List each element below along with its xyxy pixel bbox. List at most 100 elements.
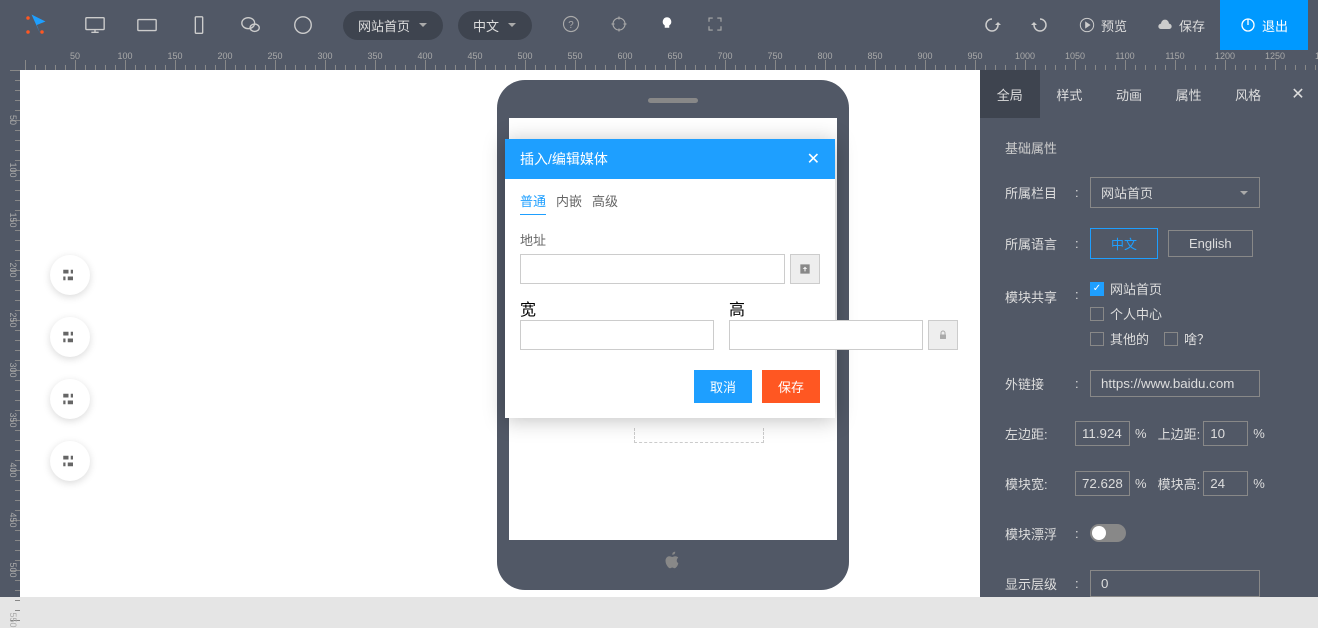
insert-media-modal: 插入/编辑媒体 ✕ 普通 内嵌 高级 地址 宽 高	[505, 139, 835, 418]
tab-animation[interactable]: 动画	[1099, 70, 1159, 118]
width-input[interactable]	[520, 320, 714, 350]
language-selector-label: 中文	[473, 16, 499, 35]
top-toolbar: 网站首页 中文 ? 预览 保存 退出	[0, 0, 1318, 50]
apple-icon	[664, 551, 682, 575]
floating-toolbox	[50, 255, 90, 481]
module-width-input[interactable]	[1075, 471, 1130, 496]
upload-icon	[798, 262, 812, 276]
address-browse-button[interactable]	[790, 254, 820, 284]
exit-button[interactable]: 退出	[1220, 0, 1308, 50]
address-input[interactable]	[520, 254, 785, 284]
save-button[interactable]: 保存	[1142, 0, 1220, 50]
float-label: 模块漂浮	[1005, 524, 1075, 543]
top-margin-input[interactable]	[1203, 421, 1248, 446]
exit-label: 退出	[1262, 16, 1288, 35]
modal-tabs: 普通 内嵌 高级	[520, 191, 820, 215]
device-desktop[interactable]	[70, 0, 120, 50]
tab-embed[interactable]: 内嵌	[556, 191, 582, 215]
modal-header: 插入/编辑媒体 ✕	[505, 139, 835, 179]
left-margin-input[interactable]	[1075, 421, 1130, 446]
fullscreen-icon[interactable]	[706, 15, 724, 36]
cloud-icon	[1157, 17, 1173, 33]
section-title: 基础属性	[1005, 138, 1293, 157]
share-label: 模块共享	[1005, 279, 1075, 306]
zindex-input[interactable]	[1090, 570, 1260, 597]
device-phone[interactable]	[174, 0, 224, 50]
svg-text:?: ?	[568, 19, 574, 30]
widget-button-3[interactable]	[50, 379, 90, 419]
link-input[interactable]	[1090, 370, 1260, 397]
share-home-checkbox[interactable]: ✓	[1090, 282, 1104, 296]
undo-button[interactable]	[968, 0, 1016, 50]
top-margin-label: 上边距:	[1158, 424, 1201, 443]
page-selector[interactable]: 网站首页	[343, 11, 443, 40]
column-select[interactable]: 网站首页	[1090, 177, 1260, 208]
share-what-checkbox[interactable]	[1164, 332, 1178, 346]
lock-ratio-button[interactable]	[928, 320, 958, 350]
column-value: 网站首页	[1101, 183, 1153, 202]
share-what-label: 啥？	[1184, 329, 1210, 348]
page-selector-label: 网站首页	[358, 16, 410, 35]
bulb-icon[interactable]	[658, 15, 676, 36]
width-label: 宽	[520, 302, 536, 319]
link-label: 外链接	[1005, 374, 1075, 393]
modal-cancel-button[interactable]: 取消	[694, 370, 752, 403]
lang-en-button[interactable]: English	[1168, 230, 1253, 257]
widget-button-1[interactable]	[50, 255, 90, 295]
modal-save-button[interactable]: 保存	[762, 370, 820, 403]
share-home-label: 网站首页	[1110, 279, 1162, 298]
device-switcher	[70, 0, 328, 50]
tab-advanced[interactable]: 高级	[592, 191, 618, 215]
properties-panel: 全局 样式 动画 属性 风格 ✕ 基础属性 所属栏目 : 网站首页 所属语言 :…	[980, 70, 1318, 597]
preview-label: 预览	[1101, 16, 1127, 35]
share-other-checkbox[interactable]	[1090, 332, 1104, 346]
app-logo[interactable]	[10, 11, 60, 39]
pct-unit: %	[1253, 476, 1265, 491]
ruler-horizontal: 5010015020025030035040045050055060065070…	[0, 50, 1318, 70]
modal-close-button[interactable]: ✕	[807, 149, 820, 169]
modal-title: 插入/编辑媒体	[520, 149, 608, 169]
save-label: 保存	[1179, 16, 1205, 35]
tab-general[interactable]: 普通	[520, 191, 546, 215]
widget-button-2[interactable]	[50, 317, 90, 357]
module-height-input[interactable]	[1203, 471, 1248, 496]
module-height-label: 模块高:	[1158, 474, 1201, 493]
share-personal-checkbox[interactable]	[1090, 307, 1104, 321]
lock-icon	[937, 329, 949, 341]
address-label: 地址	[520, 230, 820, 249]
chevron-down-icon	[507, 20, 517, 30]
column-label: 所属栏目	[1005, 183, 1075, 202]
float-toggle[interactable]	[1090, 524, 1126, 542]
height-input[interactable]	[729, 320, 923, 350]
power-icon	[1240, 17, 1256, 33]
phone-speaker	[648, 98, 698, 103]
pct-unit: %	[1135, 476, 1147, 491]
redo-button[interactable]	[1016, 0, 1064, 50]
pct-unit: %	[1135, 426, 1147, 441]
panel-close-button[interactable]: ✕	[1278, 70, 1318, 118]
language-selector[interactable]: 中文	[458, 11, 532, 40]
device-miniprogram[interactable]	[278, 0, 328, 50]
tab-style[interactable]: 样式	[1040, 70, 1100, 118]
tab-attribute[interactable]: 属性	[1159, 70, 1219, 118]
module-width-label: 模块宽:	[1005, 474, 1075, 493]
share-personal-label: 个人中心	[1110, 304, 1162, 323]
chevron-down-icon	[418, 20, 428, 30]
panel-tabs: 全局 样式 动画 属性 风格 ✕	[980, 70, 1318, 118]
zindex-label: 显示层级	[1005, 574, 1075, 593]
help-icon[interactable]: ?	[562, 15, 580, 36]
device-tablet-landscape[interactable]	[122, 0, 172, 50]
preview-button[interactable]: 预览	[1064, 0, 1142, 50]
chevron-down-icon	[1239, 188, 1249, 198]
height-label: 高	[729, 302, 745, 319]
play-icon	[1079, 17, 1095, 33]
tab-global[interactable]: 全局	[980, 70, 1040, 118]
device-wechat[interactable]	[226, 0, 276, 50]
placeholder-outline	[634, 428, 764, 443]
tab-theme[interactable]: 风格	[1218, 70, 1278, 118]
language-label: 所属语言	[1005, 234, 1075, 253]
share-other-label: 其他的	[1110, 329, 1149, 348]
widget-button-4[interactable]	[50, 441, 90, 481]
target-icon[interactable]	[610, 15, 628, 36]
lang-cn-button[interactable]: 中文	[1090, 228, 1158, 259]
